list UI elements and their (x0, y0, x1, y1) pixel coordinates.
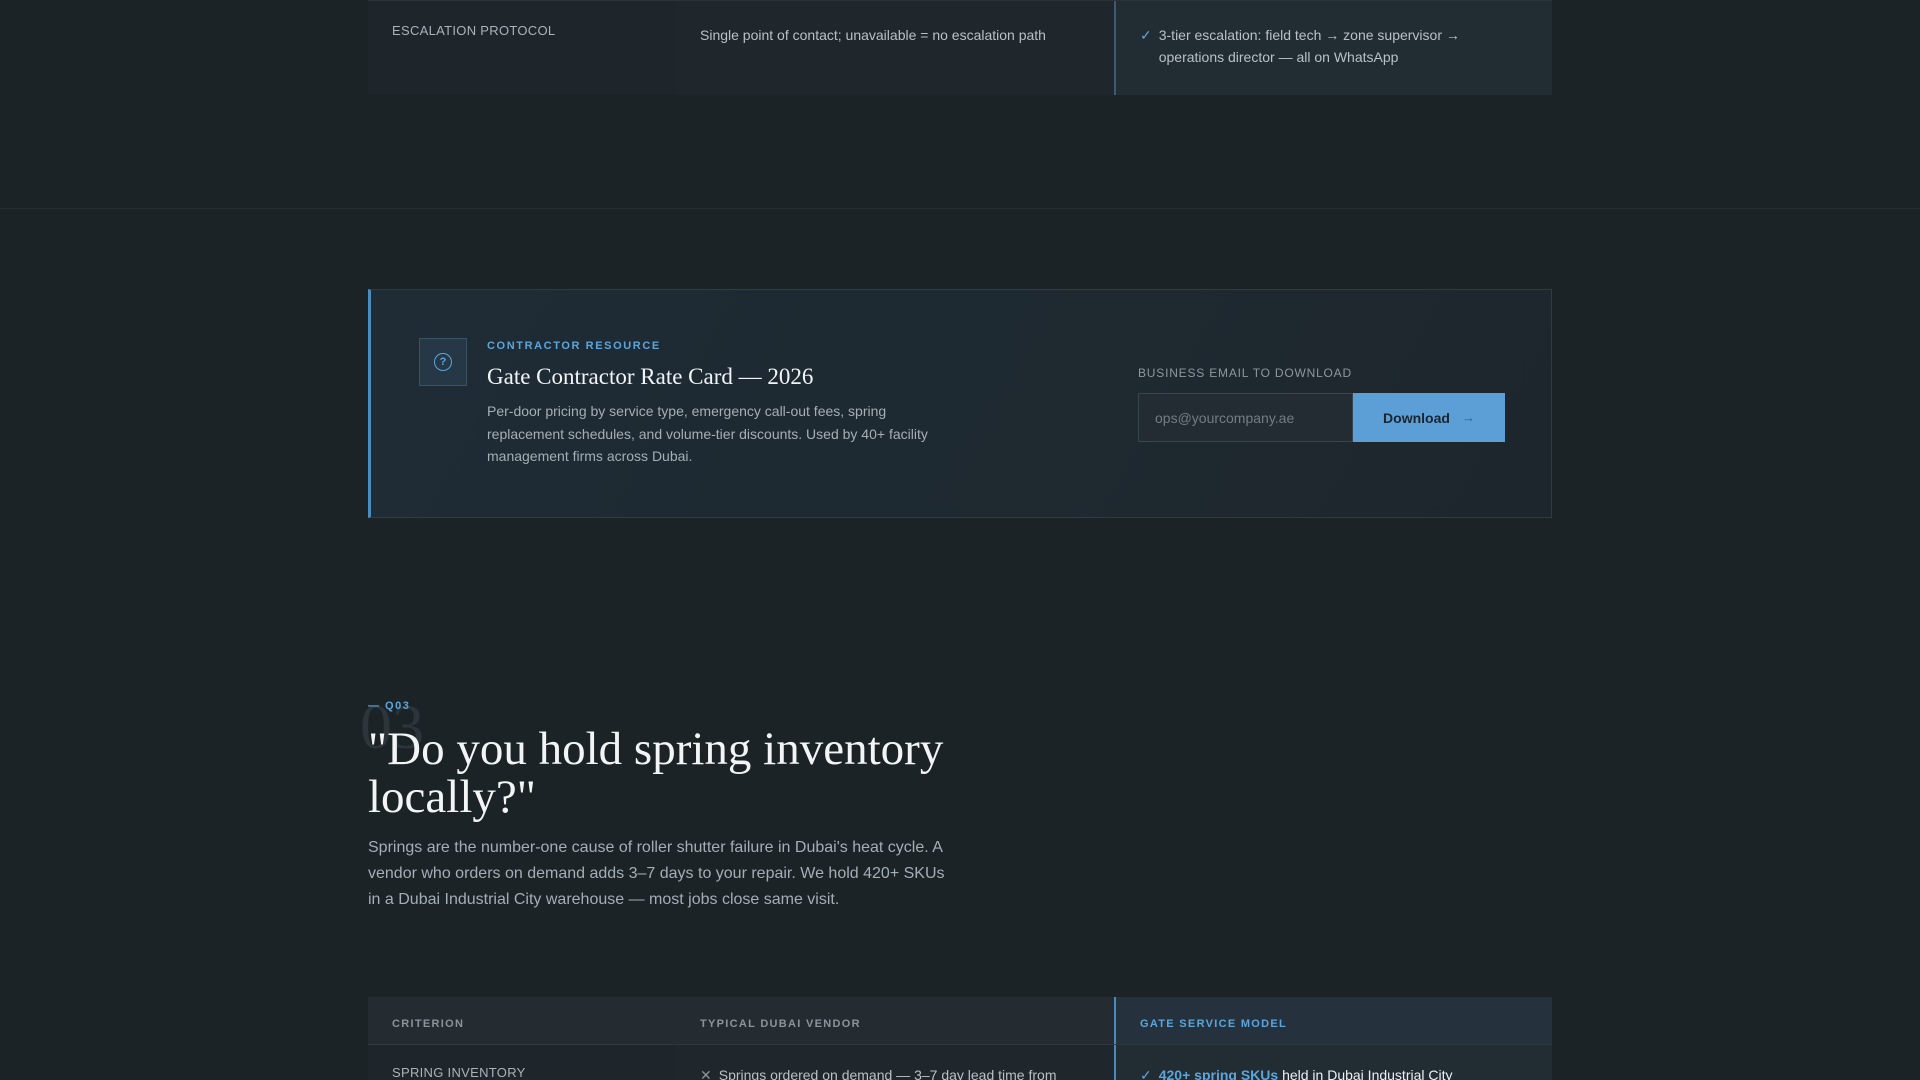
download-button[interactable]: Download → (1353, 393, 1505, 442)
vendor-text: Single point of contact; unavailable = n… (700, 27, 1046, 43)
question-tag: — Q03 (368, 700, 411, 712)
check-icon: ✓ (1140, 27, 1152, 43)
header-gate: GATE SERVICE MODEL (1140, 1018, 1288, 1030)
row-gate-text: held in Dubai Industrial City (1282, 1067, 1453, 1080)
question-circle-icon: ? (419, 338, 467, 386)
email-label: BUSINESS EMAIL TO DOWNLOAD (1138, 366, 1352, 380)
contractor-resource-card: ? CONTRACTOR RESOURCE Gate Contractor Ra… (368, 289, 1552, 518)
comparison-table: CRITERION TYPICAL DUBAI VENDOR GATE SERV… (368, 997, 1552, 1080)
download-button-label: Download (1383, 409, 1450, 426)
x-icon: ✕ (700, 1067, 712, 1080)
check-icon: ✓ (1140, 1067, 1152, 1080)
question-description: Springs are the number-one cause of roll… (368, 839, 945, 908)
section-divider (0, 208, 1920, 209)
card-eyebrow: CONTRACTOR RESOURCE (487, 340, 661, 352)
vendor-cell: Single point of contact; unavailable = n… (676, 1, 1114, 95)
criterion-label: ESCALATION PROTOCOL (392, 23, 556, 38)
gate-text: 3-tier escalation: field tech → zone sup… (1158, 27, 1460, 65)
header-vendor: TYPICAL DUBAI VENDOR (700, 1018, 861, 1030)
table-header: CRITERION TYPICAL DUBAI VENDOR GATE SERV… (368, 997, 1552, 1045)
card-title: Gate Contractor Rate Card — 2026 (487, 364, 814, 389)
question-section: 03 — Q03 "Do you hold spring inventory l… (360, 695, 1552, 913)
row-gate-highlight: 420+ spring SKUs (1158, 1067, 1279, 1080)
criterion-cell: ESCALATION PROTOCOL (368, 1, 676, 95)
comparison-row-escalation: ESCALATION PROTOCOL Single point of cont… (368, 0, 1552, 95)
header-criterion: CRITERION (392, 1018, 465, 1030)
row-criterion: SPRING INVENTORY (392, 1065, 526, 1080)
card-description: Per-door pricing by service type, emerge… (487, 403, 928, 464)
arrow-right-icon: → (1461, 410, 1475, 425)
email-field[interactable] (1138, 393, 1353, 442)
question-title: "Do you hold spring inventory locally?" (368, 723, 944, 823)
row-vendor: Springs ordered on demand — 3–7 day lead… (718, 1067, 1057, 1080)
table-row: SPRING INVENTORY ✕ Springs ordered on de… (368, 1045, 1552, 1080)
gate-cell: ✓ 3-tier escalation: field tech → zone s… (1114, 1, 1552, 95)
